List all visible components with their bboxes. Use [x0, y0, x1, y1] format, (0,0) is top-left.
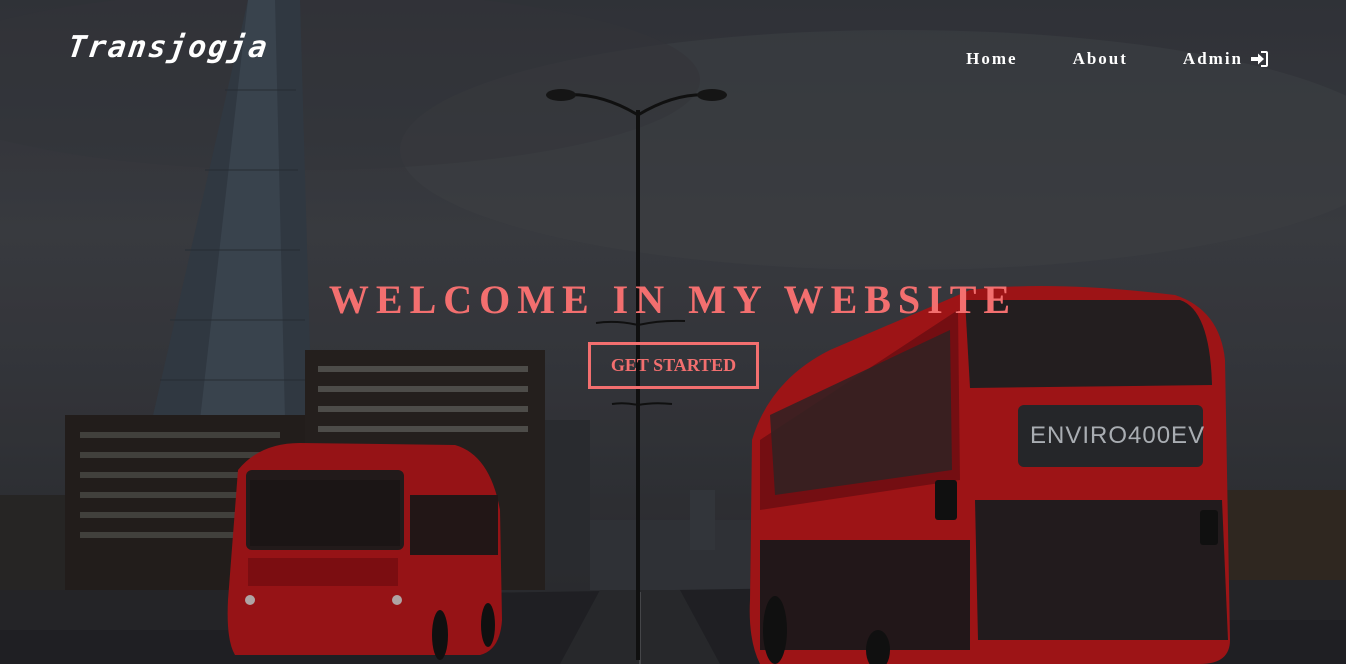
nav-admin-label: Admin	[1182, 49, 1243, 68]
get-started-button[interactable]: GET STARTED	[588, 342, 759, 389]
brand-logo[interactable]: Transjogja	[66, 30, 272, 65]
nav-home[interactable]: Home	[966, 49, 1017, 69]
main-nav: Home About Admin	[966, 49, 1268, 69]
dark-overlay	[0, 0, 1346, 664]
sign-in-icon	[1251, 51, 1268, 67]
nav-admin[interactable]: Admin	[1183, 49, 1268, 69]
nav-about[interactable]: About	[1073, 49, 1128, 69]
nav-home-label: Home	[966, 49, 1018, 68]
hero-section: ENVIRO400EV Transjogja Home About Admin …	[0, 0, 1346, 664]
nav-about-label: About	[1072, 49, 1128, 68]
hero-title: WELCOME IN MY WEBSITE	[328, 277, 1018, 322]
